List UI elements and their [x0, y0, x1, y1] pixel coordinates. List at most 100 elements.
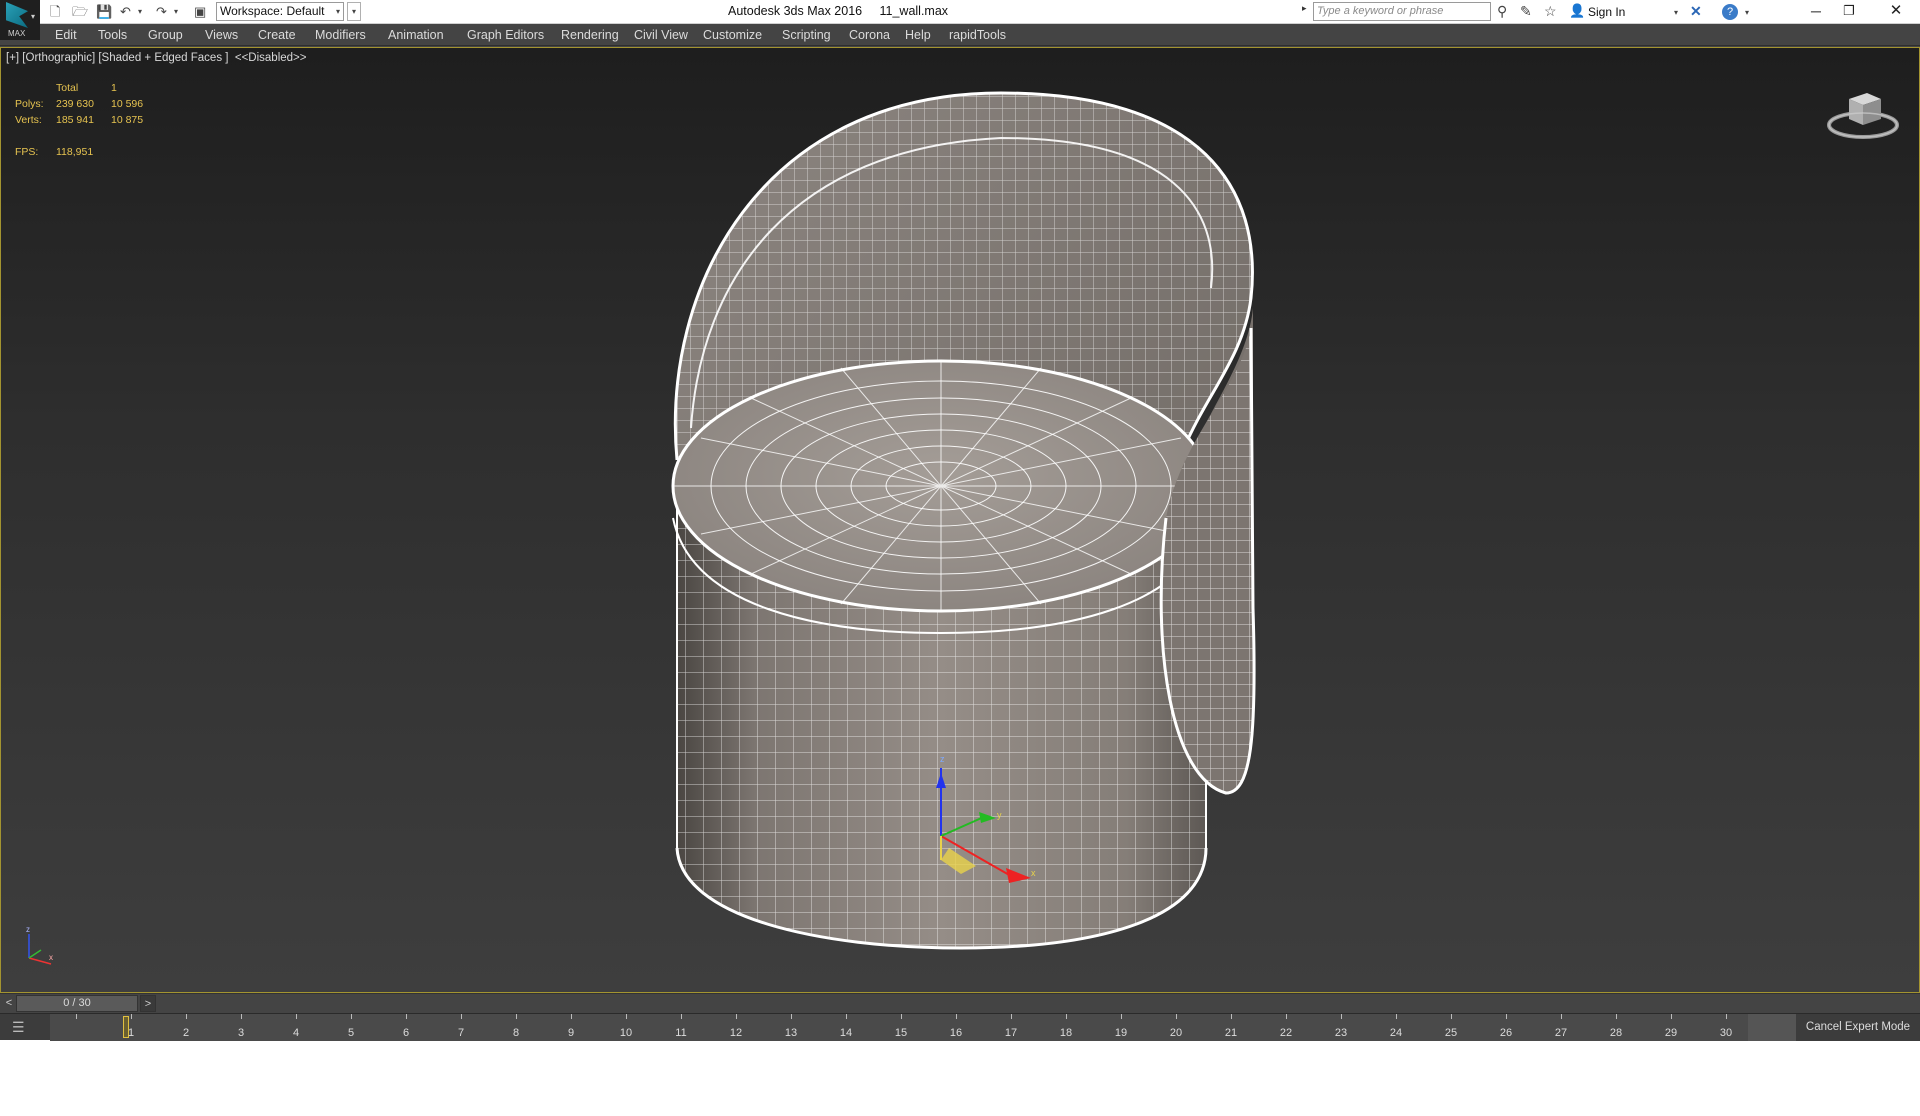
timeline-tick-label: 17 [1004, 1027, 1018, 1039]
time-slider-thumb[interactable]: 0 / 30 [16, 995, 138, 1012]
timeline-tick-label: 16 [949, 1027, 963, 1039]
menu-rapidtools[interactable]: rapidTools [949, 28, 1006, 42]
window-title: Autodesk 3ds Max 2016 11_wall.max [728, 4, 948, 18]
restore-button[interactable]: ❐ [1826, 0, 1872, 24]
timeline-tick-label: 27 [1554, 1027, 1568, 1039]
quick-access-customize-icon[interactable]: ▾ [347, 2, 361, 21]
timeline-tick-label: 14 [839, 1027, 853, 1039]
3ds-max-window: MAX ▾ 🗋 🗁 💾 ↶ ▾ ↷ ▾ ▣ Workspace: Default… [0, 0, 1920, 1041]
menu-civil-view[interactable]: Civil View [634, 28, 688, 42]
menu-animation[interactable]: Animation [388, 28, 444, 42]
timeline-spacer [1748, 1014, 1796, 1041]
timeline-tick-label: 23 [1334, 1027, 1348, 1039]
menu-create[interactable]: Create [258, 28, 296, 42]
stats-fps-label: FPS: [15, 146, 39, 158]
timeline-tick [1231, 1014, 1232, 1019]
timeline-tick [351, 1014, 352, 1019]
timeline-tick [1726, 1014, 1727, 1019]
track-bar: ☰ 1 2 3 4 5 6 7 8 9 10 11 12 13 14 15 16 17 18 19 20 21 22 23 2… [0, 1013, 1920, 1041]
menu-views[interactable]: Views [205, 28, 238, 42]
timeline-tick-label: 7 [457, 1027, 465, 1039]
timeline-tick [516, 1014, 517, 1019]
communication-center-icon[interactable]: ✎ [1520, 3, 1532, 20]
save-file-icon[interactable]: 💾 [96, 3, 112, 21]
timeline-tick [791, 1014, 792, 1019]
menu-edit[interactable]: Edit [55, 28, 77, 42]
tripod-z-label: z [26, 926, 30, 934]
timeline-tick [186, 1014, 187, 1019]
undo-icon[interactable]: ↶ [120, 3, 131, 21]
timeline-tick [736, 1014, 737, 1019]
timeline-tick [296, 1014, 297, 1019]
menu-graph-editors[interactable]: Graph Editors [467, 28, 544, 42]
timeline-tick [901, 1014, 902, 1019]
exchange-apps-icon[interactable]: ✕ [1690, 3, 1702, 20]
favorites-star-icon[interactable]: ☆ [1544, 3, 1557, 20]
perspective-viewport[interactable]: z x y [+] [Orthographic] [Shaded + Edged… [0, 47, 1920, 993]
menu-tools[interactable]: Tools [98, 28, 127, 42]
timeline-tick [626, 1014, 627, 1019]
sign-in-button[interactable]: Sign In [1588, 5, 1625, 19]
cancel-expert-mode-button[interactable]: Cancel Expert Mode [1796, 1014, 1920, 1041]
close-button[interactable]: ✕ [1872, 0, 1920, 24]
menu-rendering[interactable]: Rendering [561, 28, 619, 42]
project-folder-icon[interactable]: ▣ [194, 3, 206, 21]
user-icon[interactable]: 👤 [1569, 3, 1585, 19]
app-name: Autodesk 3ds Max 2016 [728, 4, 863, 18]
timeline-tick [131, 1014, 132, 1019]
time-slider-next-button[interactable]: > [140, 995, 156, 1012]
file-name: 11_wall.max [879, 4, 949, 18]
world-axis-tripod-icon: z x [26, 926, 53, 965]
timeline-ruler[interactable]: 1 2 3 4 5 6 7 8 9 10 11 12 13 14 15 16 17 18 19 20 21 22 23 24 2… [50, 1014, 1750, 1041]
timeline-tick [1286, 1014, 1287, 1019]
title-bar: MAX ▾ 🗋 🗁 💾 ↶ ▾ ↷ ▾ ▣ Workspace: Default… [0, 0, 1920, 40]
timeline-tick-label: 6 [402, 1027, 410, 1039]
chevron-down-icon: ▾ [31, 12, 36, 21]
timeline-tick-label: 1 [127, 1027, 135, 1039]
app-menu-button[interactable]: MAX ▾ [0, 0, 40, 40]
chevron-down-icon: ▾ [335, 7, 340, 16]
mini-curve-editor-icon[interactable]: ☰ [12, 1019, 25, 1036]
timeline-tick-label: 9 [567, 1027, 575, 1039]
timeline-tick [1506, 1014, 1507, 1019]
3ds-max-logo-icon [6, 2, 28, 28]
viewport-label-menu[interactable]: [+] [Orthographic] [Shaded + Edged Faces… [6, 52, 306, 64]
menu-group[interactable]: Group [148, 28, 183, 42]
timeline-tick [1561, 1014, 1562, 1019]
stats-fps-value: 118,951 [56, 146, 94, 158]
chair-model-wireframe[interactable]: z x y [1, 48, 1919, 992]
menu-customize[interactable]: Customize [703, 28, 762, 42]
gizmo-x-label: x [1031, 868, 1036, 878]
timeline-tick [846, 1014, 847, 1019]
menu-help[interactable]: Help [905, 28, 931, 42]
timeline-tick [1066, 1014, 1067, 1019]
new-file-icon[interactable]: 🗋 [50, 3, 60, 21]
stats-polys-selected: 10 596 [111, 98, 144, 110]
menu-modifiers[interactable]: Modifiers [315, 28, 366, 42]
menu-scripting[interactable]: Scripting [782, 28, 831, 42]
binoculars-search-icon[interactable]: ⚲ [1497, 3, 1507, 20]
menu-bar: Edit Tools Group Views Create Modifiers … [0, 24, 1920, 46]
timeline-tick [956, 1014, 957, 1019]
timeline-tick-label: 2 [182, 1027, 190, 1039]
redo-icon[interactable]: ↷ [156, 3, 167, 21]
timeline-tick [1396, 1014, 1397, 1019]
chevron-down-icon[interactable]: ▾ [1674, 8, 1678, 17]
workspace-label: Workspace: Default [220, 4, 325, 18]
timeline-tick [1671, 1014, 1672, 1019]
time-slider-prev-button[interactable]: < [2, 995, 16, 1012]
timeline-tick-label: 28 [1609, 1027, 1623, 1039]
help-icon[interactable]: ? [1722, 4, 1738, 20]
menu-corona[interactable]: Corona [849, 28, 890, 42]
open-file-icon[interactable]: 🗁 [72, 3, 88, 21]
undo-dropdown-icon[interactable]: ▾ [138, 3, 142, 21]
redo-dropdown-icon[interactable]: ▾ [174, 3, 178, 21]
timeline-tick-label: 21 [1224, 1027, 1238, 1039]
workspace-dropdown[interactable]: Workspace: Default ▾ [216, 2, 344, 21]
chevron-down-icon[interactable]: ▾ [1745, 8, 1749, 17]
viewcube-icon[interactable] [1827, 81, 1899, 141]
search-expand-icon[interactable]: ▸ [1302, 3, 1307, 14]
timeline-tick-label: 19 [1114, 1027, 1128, 1039]
search-input[interactable]: Type a keyword or phrase [1313, 2, 1491, 21]
timeline-tick [1011, 1014, 1012, 1019]
